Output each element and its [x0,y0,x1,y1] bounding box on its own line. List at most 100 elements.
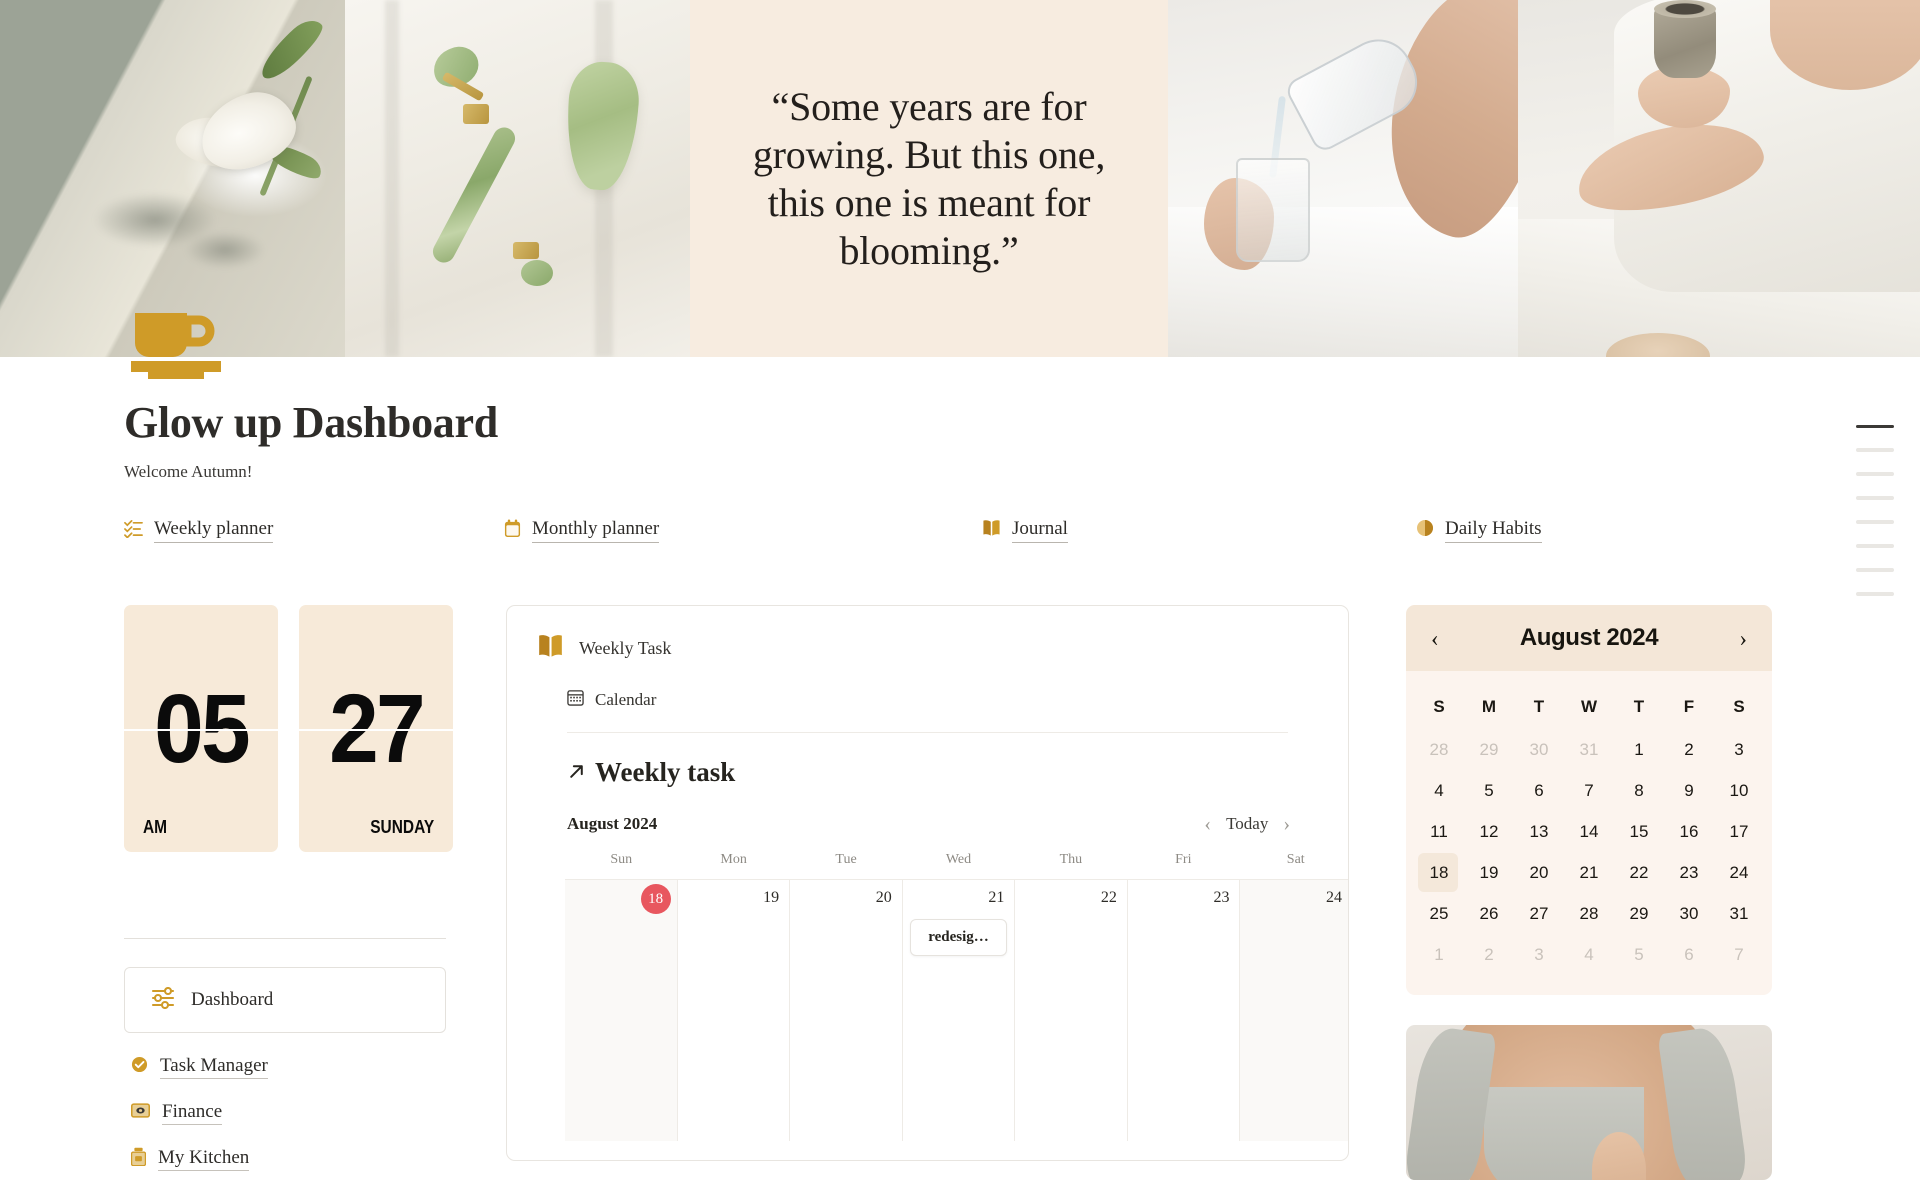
chevron-right-icon[interactable]: › [1739,627,1747,650]
weekly-task-heading: Weekly task [567,757,1348,788]
mini-calendar-day[interactable]: 16 [1664,811,1714,852]
panel-subtab-calendar[interactable]: Calendar [537,689,1348,711]
panel-header: Weekly Task [507,634,1348,663]
mini-calendar-day[interactable]: 5 [1464,770,1514,811]
mini-calendar-week-row: 4 5 6 7 8 9 10 [1414,770,1764,811]
outline-item[interactable] [1856,592,1894,596]
sidebar-item-task-manager[interactable]: Task Manager [124,1055,504,1079]
mini-calendar-week-row: 1234567 [1414,934,1764,975]
mini-calendar-day[interactable]: 28 [1564,893,1614,934]
week-day-column[interactable]: 22 [1015,880,1128,1141]
nav-link-monthly-planner[interactable]: Monthly planner [504,518,982,543]
week-day-column[interactable]: 20 [790,880,903,1141]
mini-calendar-day[interactable]: 3 [1514,934,1564,975]
mini-calendar-day[interactable]: 15 [1614,811,1664,852]
jade-roller-small-head [521,260,553,286]
mini-calendar-day[interactable]: 20 [1514,852,1564,893]
mini-calendar-day[interactable]: 10 [1714,770,1764,811]
outline-item[interactable] [1856,520,1894,524]
mini-calendar-day[interactable]: 4 [1564,934,1614,975]
mini-calendar-day[interactable]: 24 [1714,852,1764,893]
mini-calendar-day[interactable]: 5 [1614,934,1664,975]
page-outline[interactable] [1856,425,1894,596]
mini-calendar-day[interactable]: 29 [1464,729,1514,770]
calendar-event[interactable]: redesig… [909,919,1008,956]
week-day-column[interactable]: 23 [1128,880,1241,1141]
mini-calendar-day[interactable]: 21 [1564,852,1614,893]
dashboard-columns: 05 AM 27 SUNDAY Dashboard Task Manager F… [124,605,1796,1180]
mini-calendar-day[interactable]: 27 [1514,893,1564,934]
hero-banner: “Some years are for growing. But this on… [0,0,1920,357]
mini-calendar-dow: S [1733,697,1745,716]
week-day-number: 22 [1100,889,1117,906]
outline-item[interactable] [1856,425,1894,428]
sidebar-item-label: Task Manager [160,1055,268,1079]
mini-calendar-day[interactable]: 1 [1614,729,1664,770]
calendar-grid-icon [567,689,584,711]
panel-title: Weekly Task [579,638,672,658]
panel-subtab-label: Calendar [595,690,657,709]
mini-calendar: ‹ August 2024 › S M T W T F S 28 29 30 31 1 2 3 4 5 6 7 8 9… [1406,605,1772,995]
mini-calendar-day[interactable]: 4 [1414,770,1464,811]
mini-calendar-dow-row: SMTWTFS [1414,685,1764,729]
mini-calendar-day[interactable]: 29 [1614,893,1664,934]
mini-calendar-day[interactable]: 31 [1564,729,1614,770]
week-day-column[interactable]: 19 [678,880,791,1141]
mini-calendar-day[interactable]: 7 [1564,770,1614,811]
mini-calendar-day[interactable]: 31 [1714,893,1764,934]
week-grid: 18 19 20 21 redesig… 22 23 24 [565,879,1348,1141]
mini-calendar-day[interactable]: 25 [1414,893,1464,934]
mini-calendar-week-row: 18 19 20 21 22 23 24 [1414,852,1764,893]
weekday-label: Thu [1059,852,1083,867]
mini-calendar-day[interactable]: 12 [1464,811,1514,852]
mini-calendar-day[interactable]: 22 [1614,852,1664,893]
outline-item[interactable] [1856,568,1894,572]
mini-calendar-day[interactable]: 1 [1414,934,1464,975]
today-button[interactable]: Today [1226,814,1268,834]
mini-calendar-day[interactable]: 8 [1614,770,1664,811]
week-day-column[interactable]: 18 [565,880,678,1141]
mini-calendar-day[interactable]: 6 [1664,934,1714,975]
sidebar-item-my-kitchen[interactable]: My Kitchen [124,1147,504,1171]
mini-calendar-day[interactable]: 17 [1714,811,1764,852]
week-day-column[interactable]: 21 redesig… [903,880,1016,1141]
week-day-column[interactable]: 24 [1240,880,1348,1141]
mini-calendar-day[interactable]: 28 [1414,729,1464,770]
chevron-left-icon[interactable]: ‹ [1431,627,1439,650]
mini-calendar-day[interactable]: 26 [1464,893,1514,934]
mini-calendar-day[interactable]: 30 [1664,893,1714,934]
mini-calendar-day[interactable]: 6 [1514,770,1564,811]
mini-calendar-day[interactable]: 2 [1664,729,1714,770]
nav-link-weekly-planner[interactable]: Weekly planner [124,518,504,543]
mini-calendar-day[interactable]: 30 [1514,729,1564,770]
flip-clock: 05 AM 27 SUNDAY [124,605,504,852]
mini-calendar-day[interactable]: 2 [1464,934,1514,975]
mini-calendar-day[interactable]: 14 [1564,811,1614,852]
ceramic-mug-rim [1654,0,1716,18]
next-week-button[interactable]: › [1283,814,1290,834]
sidebar-item-finance[interactable]: Finance [124,1101,504,1125]
nav-link-label: Daily Habits [1445,518,1542,543]
mini-calendar-day[interactable]: 3 [1714,729,1764,770]
weekday-label: Sat [1286,852,1305,867]
prev-week-button[interactable]: ‹ [1204,814,1211,834]
mini-calendar-day[interactable]: 11 [1414,811,1464,852]
mini-calendar-day[interactable]: 9 [1664,770,1714,811]
mini-calendar-selected-day[interactable]: 18 [1414,852,1464,893]
outline-item[interactable] [1856,448,1894,452]
nav-link-journal[interactable]: Journal [982,518,1416,543]
morning-cup-photo [1518,0,1920,357]
jade-roller-photo [345,0,690,357]
mini-calendar-day[interactable]: 19 [1464,852,1514,893]
mini-calendar-day[interactable]: 23 [1664,852,1714,893]
sidebar-item-dashboard[interactable]: Dashboard [124,967,446,1033]
outline-item[interactable] [1856,496,1894,500]
outline-item[interactable] [1856,544,1894,548]
clock-date-card: 27 SUNDAY [299,605,453,852]
outline-item[interactable] [1856,472,1894,476]
mini-calendar-day[interactable]: 7 [1714,934,1764,975]
mini-calendar-grid: S M T W T F S 28 29 30 31 1 2 3 4 5 6 7 8 9 10 11 12 13 14 15 16 17… [1406,671,1772,995]
mini-calendar-day[interactable]: 13 [1514,811,1564,852]
nav-link-daily-habits[interactable]: Daily Habits [1416,518,1542,543]
weekday-label: Wed [945,852,972,867]
